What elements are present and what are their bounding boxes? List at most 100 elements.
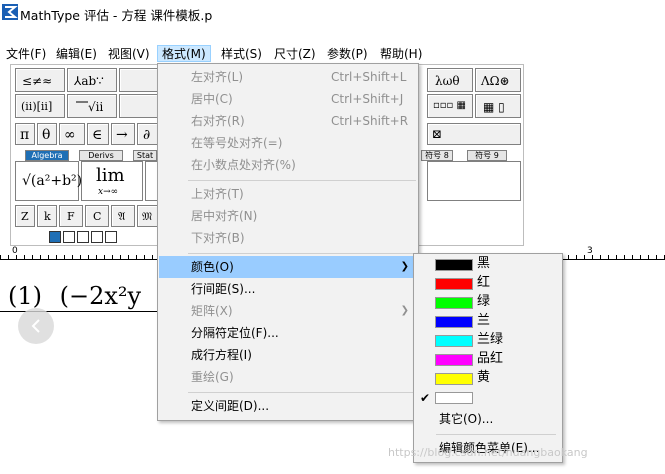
infinity-glyph: ∞ xyxy=(64,127,76,143)
boxed-x-glyph: ⊠ xyxy=(432,127,443,141)
color-item-black[interactable]: 黑 xyxy=(415,254,561,274)
white-swatch xyxy=(435,392,473,404)
menu-view[interactable]: 视图(V) xyxy=(108,46,150,63)
fractions-palette-button[interactable]: ⎺√ⅱ xyxy=(67,94,117,118)
submenu-arrow-icon: ❯ xyxy=(400,261,409,272)
equation-expression: (−2x²y xyxy=(59,282,142,310)
menu-item-center[interactable]: 居中(C) Ctrl+Shift+J xyxy=(159,88,417,110)
menu-item-line-spacing[interactable]: 行间距(S)... xyxy=(159,278,417,300)
relations-symbols: ≤≠≈ xyxy=(22,74,53,88)
fractions-symbols: ⎺√ⅱ xyxy=(76,100,104,114)
color-item-yellow[interactable]: 黄 xyxy=(415,368,561,388)
green-swatch xyxy=(435,297,473,309)
menu-item-inline-equation[interactable]: 成行方程(I) xyxy=(159,344,417,366)
style-fraktur-m-glyph: 𝔐 xyxy=(142,210,153,223)
menu-item-align-equals[interactable]: 在等号处对齐(=) xyxy=(159,132,417,154)
menu-item-color[interactable]: 颜色(O) ❯ xyxy=(159,256,417,278)
template-limit[interactable]: lim x→∞ xyxy=(81,161,143,201)
greek-lower-palette-button[interactable]: λωθ xyxy=(427,68,473,92)
symbol-pi-button[interactable]: π xyxy=(15,123,35,145)
template-tray[interactable] xyxy=(427,161,521,201)
tab-symbol-9[interactable]: 符号 9 xyxy=(467,150,507,161)
menu-edit[interactable]: 编辑(E) xyxy=(56,46,97,63)
menu-file[interactable]: 文件(F) xyxy=(6,46,46,63)
menu-item-align-middle[interactable]: 居中对齐(N) xyxy=(159,205,417,227)
symbol-infinity-button[interactable]: ∞ xyxy=(59,123,85,145)
style-c-glyph: C xyxy=(93,210,102,223)
symbol-partial-button[interactable]: ∂ xyxy=(137,123,159,145)
palette-nav-prev-icon[interactable] xyxy=(77,231,89,243)
style-fraktur-a-button[interactable]: 𝔄 xyxy=(111,205,135,227)
greek-upper-palette-button[interactable]: ΛΩ⊛ xyxy=(475,68,521,92)
menu-separator xyxy=(188,180,416,181)
style-f-button[interactable]: F xyxy=(59,205,83,227)
spaces-palette-button[interactable]: ⅄ab∵ xyxy=(67,68,117,92)
color-item-blue[interactable]: 兰 xyxy=(415,311,561,331)
menu-size[interactable]: 尺寸(Z) xyxy=(274,46,316,63)
style-k-button[interactable]: k xyxy=(37,205,57,227)
element-of-glyph: ∈ xyxy=(92,127,103,143)
tab-derivs[interactable]: Derivs xyxy=(79,150,123,161)
partial-glyph: ∂ xyxy=(143,127,151,143)
boxes-symbols: ▦ ▯ xyxy=(483,100,505,114)
spaces-symbols: ⅄ab∵ xyxy=(74,74,104,88)
pi-glyph: π xyxy=(20,127,30,143)
operators-palette-button[interactable] xyxy=(119,68,159,92)
menu-item-redraw[interactable]: 重绘(G) xyxy=(159,366,417,388)
title-bar: MathType 评估 - 方程 课件模板.p xyxy=(0,0,665,24)
color-item-other[interactable]: 其它(O)... xyxy=(415,408,561,430)
matrix-palette-button[interactable]: ▫▫▫ ▦ xyxy=(427,94,473,118)
page-back-button[interactable] xyxy=(18,308,54,344)
tab-symbol-8[interactable]: 符号 8 xyxy=(421,150,453,161)
yellow-swatch xyxy=(435,373,473,385)
palette-nav-up-icon[interactable] xyxy=(49,231,61,243)
fences-palette-button[interactable]: (ⅱ)[ⅱ] xyxy=(15,94,65,118)
palette-nav-last-icon[interactable] xyxy=(105,231,117,243)
style-c-button[interactable]: C xyxy=(85,205,109,227)
black-swatch xyxy=(435,259,473,271)
menu-item-matrix[interactable]: 矩阵(X) ❯ xyxy=(159,300,417,322)
menu-item-align-top[interactable]: 上对齐(T) xyxy=(159,183,417,205)
submenu-arrow-icon: ❯ xyxy=(400,305,409,316)
template-sqrt-sum[interactable]: √(a²+b²) xyxy=(15,161,82,201)
menu-item-define-spacing[interactable]: 定义间距(D)... xyxy=(159,395,417,417)
symbol-arrow-button[interactable]: → xyxy=(111,123,135,145)
right-arrow-glyph: → xyxy=(116,127,128,143)
cyan-swatch xyxy=(435,335,473,347)
matrix-symbols: ▫▫▫ ▦ xyxy=(433,100,466,111)
style-z-button[interactable]: Z xyxy=(15,205,35,227)
boxes-palette-button[interactable]: ▦ ▯ xyxy=(475,94,521,118)
tab-stat[interactable]: Stat xyxy=(133,150,157,161)
style-fraktur-m-button[interactable]: 𝔐 xyxy=(137,205,159,227)
checkmark-icon: ✔ xyxy=(420,391,431,405)
symbol-theta-button[interactable]: θ xyxy=(37,123,57,145)
menu-item-align-right[interactable]: 右对齐(R) Ctrl+Shift+R xyxy=(159,110,417,132)
menu-item-align-left[interactable]: 左对齐(L) Ctrl+Shift+L xyxy=(159,66,417,88)
palette-nav-buttons xyxy=(49,231,121,243)
color-item-red[interactable]: 红 xyxy=(415,273,561,293)
menu-format[interactable]: 格式(M) xyxy=(157,45,211,62)
menu-bar: 文件(F) 编辑(E) 视图(V) 格式(M) 样式(S) 尺寸(Z) 参数(P… xyxy=(0,44,665,64)
lim-subscript: x→∞ xyxy=(98,187,119,197)
menu-help[interactable]: 帮助(H) xyxy=(380,46,422,63)
equation-content[interactable]: (1) (−2x²y xyxy=(8,282,141,310)
palette-nav-next-icon[interactable] xyxy=(91,231,103,243)
tab-algebra[interactable]: Algebra xyxy=(25,150,69,161)
menu-style[interactable]: 样式(S) xyxy=(221,46,262,63)
symbol-element-of-button[interactable]: ∈ xyxy=(87,123,109,145)
menu-item-align-bottom[interactable]: 下对齐(B) xyxy=(159,227,417,249)
relations-palette-button[interactable]: ≤≠≈ xyxy=(15,68,65,92)
equation-number: (1) xyxy=(8,282,42,310)
symbol-tray-button[interactable]: ⊠ xyxy=(427,123,521,145)
menu-item-align-decimal[interactable]: 在小数点处对齐(%) xyxy=(159,154,417,176)
color-item-green[interactable]: 绿 xyxy=(415,292,561,312)
palette-nav-first-icon[interactable] xyxy=(63,231,75,243)
menu-item-delimiter-position[interactable]: 分隔符定位(F)... xyxy=(159,322,417,344)
color-item-cyan[interactable]: 兰绿 xyxy=(415,330,561,350)
scripts-palette-button[interactable] xyxy=(119,94,159,118)
window-title: MathType 评估 - 方程 课件模板.p xyxy=(20,8,213,23)
color-item-white[interactable]: ✔ xyxy=(415,387,561,407)
menu-preferences[interactable]: 参数(P) xyxy=(327,46,368,63)
color-item-magenta[interactable]: 品红 xyxy=(415,349,561,369)
format-menu: 左对齐(L) Ctrl+Shift+L 居中(C) Ctrl+Shift+J 右对齐… xyxy=(157,63,419,421)
